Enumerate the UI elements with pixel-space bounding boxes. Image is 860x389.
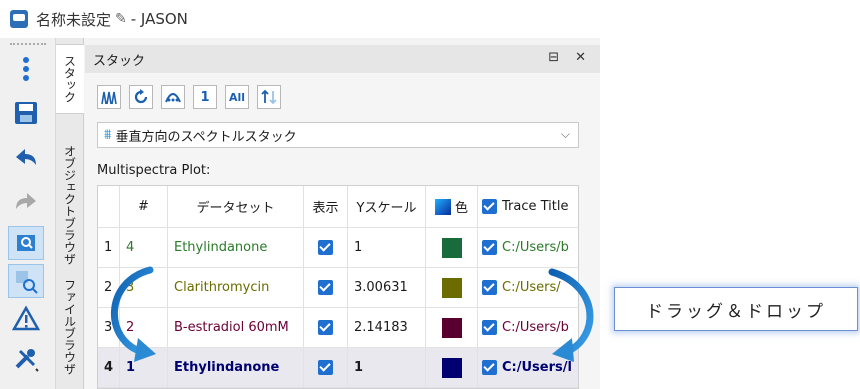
pencil-icon[interactable]: ✎ bbox=[115, 11, 127, 27]
tab-file-browser[interactable]: ファイルブラウザ bbox=[56, 272, 84, 382]
float-icon[interactable]: ⊟ bbox=[548, 50, 559, 65]
tools-icon[interactable] bbox=[8, 342, 44, 376]
row-trace-title: C:/Users/l bbox=[502, 360, 572, 375]
row-dataset[interactable]: Ethylindanone bbox=[168, 348, 304, 387]
redo-icon[interactable] bbox=[8, 184, 44, 218]
single-scale-button[interactable]: 1 bbox=[193, 85, 217, 109]
table-row[interactable]: 2 3 Clarithromycin 3.00631 C:/Users/ bbox=[98, 268, 578, 308]
stack-mode-select[interactable]: ⩩ 垂直方向のスペクトルスタック ⌵ bbox=[97, 122, 579, 148]
spectra-table: # データセット 表示 Yスケール 色 Trace Title 1 4 Ethyli… bbox=[97, 185, 579, 389]
row-trace-title: C:/Users/b bbox=[502, 320, 569, 335]
header-color[interactable]: 色 bbox=[426, 186, 478, 227]
title-bar: 名称未設定 ✎ - JASON bbox=[0, 0, 600, 38]
row-dataset[interactable]: B-estradiol 60mM bbox=[168, 308, 304, 347]
row-trace-title: C:/Users/ bbox=[502, 280, 561, 295]
zoom-region-icon[interactable] bbox=[8, 264, 44, 298]
stack-panel: スタック ⊟ ✕ 1 All ⩩ 垂直方向のスペクトルスタック ⌵ Multis… bbox=[85, 45, 600, 389]
save-icon[interactable] bbox=[8, 96, 44, 130]
panel-header: スタック ⊟ ✕ bbox=[85, 45, 600, 73]
row-index: 4 bbox=[98, 348, 120, 387]
trace-checkbox[interactable] bbox=[482, 280, 497, 295]
row-color-cell bbox=[426, 348, 478, 387]
row-number: 2 bbox=[120, 308, 168, 347]
header-trace-label: Trace Title bbox=[502, 199, 569, 214]
row-color-cell bbox=[426, 268, 478, 307]
plot-label: Multispectra Plot: bbox=[97, 163, 211, 178]
row-trace-cell: C:/Users/b bbox=[478, 228, 578, 267]
row-yscale[interactable]: 1 bbox=[348, 228, 426, 267]
display-checkbox[interactable] bbox=[318, 360, 333, 375]
row-yscale[interactable]: 2.14183 bbox=[348, 308, 426, 347]
row-display-cell bbox=[304, 308, 348, 347]
row-display-cell bbox=[304, 348, 348, 387]
trace-title-checkbox[interactable] bbox=[482, 199, 497, 214]
row-index: 1 bbox=[98, 228, 120, 267]
warning-icon[interactable] bbox=[8, 302, 44, 336]
table-row[interactable]: 4 1 Ethylindanone 1 C:/Users/l bbox=[98, 348, 578, 388]
stack-toolbar: 1 All bbox=[97, 85, 281, 109]
window-title: 名称未設定 bbox=[36, 10, 112, 29]
table-row[interactable]: 1 4 Ethylindanone 1 C:/Users/b bbox=[98, 228, 578, 268]
table-row[interactable]: 3 2 B-estradiol 60mM 2.14183 C:/Users/b bbox=[98, 308, 578, 348]
row-number: 4 bbox=[120, 228, 168, 267]
panel-title: スタック bbox=[93, 53, 146, 69]
row-trace-title: C:/Users/b bbox=[502, 240, 569, 255]
color-swatch[interactable] bbox=[441, 357, 462, 378]
close-icon[interactable]: ✕ bbox=[575, 50, 586, 65]
header-yscale[interactable]: Yスケール bbox=[348, 186, 426, 227]
display-checkbox[interactable] bbox=[318, 240, 333, 255]
stack-spectra-icon[interactable] bbox=[97, 85, 121, 109]
overlay-icon[interactable] bbox=[161, 85, 185, 109]
display-checkbox[interactable] bbox=[318, 320, 333, 335]
row-index: 3 bbox=[98, 308, 120, 347]
row-display-cell bbox=[304, 228, 348, 267]
stack-mode-icon: ⩩ bbox=[104, 127, 112, 143]
left-toolbar bbox=[0, 38, 56, 389]
app-name: - JASON bbox=[130, 10, 188, 28]
table-header: # データセット 表示 Yスケール 色 Trace Title bbox=[98, 186, 578, 228]
header-display[interactable]: 表示 bbox=[304, 186, 348, 227]
row-yscale[interactable]: 1 bbox=[348, 348, 426, 387]
more-icon[interactable] bbox=[8, 52, 44, 86]
color-gradient-icon bbox=[434, 198, 451, 215]
undo-icon[interactable] bbox=[8, 140, 44, 174]
row-yscale[interactable]: 3.00631 bbox=[348, 268, 426, 307]
row-color-cell bbox=[426, 228, 478, 267]
toolbar-grip[interactable] bbox=[10, 43, 46, 45]
color-swatch[interactable] bbox=[441, 237, 462, 258]
trace-checkbox[interactable] bbox=[482, 240, 497, 255]
tab-object-browser[interactable]: オブジェクトブラウザ bbox=[56, 122, 84, 288]
row-trace-cell: C:/Users/l bbox=[478, 348, 578, 387]
row-color-cell bbox=[426, 308, 478, 347]
refresh-icon[interactable] bbox=[129, 85, 153, 109]
header-trace-title[interactable]: Trace Title bbox=[478, 186, 578, 227]
stack-mode-value: 垂直方向のスペクトルスタック bbox=[115, 129, 297, 145]
row-dataset[interactable]: Ethylindanone bbox=[168, 228, 304, 267]
tab-stack[interactable]: スタック bbox=[56, 44, 84, 114]
sort-icon[interactable] bbox=[257, 85, 281, 109]
header-num[interactable]: # bbox=[120, 186, 168, 227]
row-number: 1 bbox=[120, 348, 168, 387]
app-window: 名称未設定 ✎ - JASON スタック オブジェクトブラウザ ファイルブラウザ… bbox=[0, 0, 600, 389]
row-trace-cell: C:/Users/b bbox=[478, 308, 578, 347]
row-display-cell bbox=[304, 268, 348, 307]
trace-checkbox[interactable] bbox=[482, 320, 497, 335]
header-color-label: 色 bbox=[454, 201, 468, 216]
header-index bbox=[98, 186, 120, 227]
app-icon bbox=[10, 10, 28, 28]
row-index: 2 bbox=[98, 268, 120, 307]
trace-checkbox[interactable] bbox=[482, 360, 497, 375]
header-dataset[interactable]: データセット bbox=[168, 186, 304, 227]
color-swatch[interactable] bbox=[441, 317, 462, 338]
color-swatch[interactable] bbox=[441, 277, 462, 298]
all-scale-button[interactable]: All bbox=[225, 85, 249, 109]
row-number: 3 bbox=[120, 268, 168, 307]
row-dataset[interactable]: Clarithromycin bbox=[168, 268, 304, 307]
chevron-down-icon: ⌵ bbox=[560, 127, 570, 141]
vertical-tab-strip: スタック オブジェクトブラウザ ファイルブラウザ bbox=[56, 38, 84, 389]
zoom-icon[interactable] bbox=[8, 226, 44, 260]
drag-drop-callout: ドラッグ＆ドロップ bbox=[614, 287, 858, 331]
row-trace-cell: C:/Users/ bbox=[478, 268, 578, 307]
display-checkbox[interactable] bbox=[318, 280, 333, 295]
